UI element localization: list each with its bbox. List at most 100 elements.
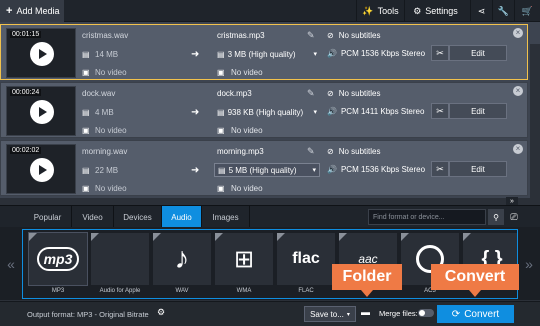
plus-icon: + [6, 5, 13, 17]
source-file-size: 4 MB [95, 108, 114, 117]
quality-dropdown[interactable]: ▤ 938 KB (High quality) ▾ [214, 105, 320, 119]
tools-wrench-button[interactable]: 🔧 [492, 0, 514, 22]
cut-button[interactable]: ✂ [431, 45, 449, 61]
audio-label: PCM 1411 Kbps Stereo [340, 107, 425, 116]
video-icon: ▣ [217, 184, 225, 193]
format-item[interactable]: flac FLAC [277, 233, 335, 297]
tab-devices[interactable]: Devices [114, 206, 162, 228]
audio-track-dropdown[interactable]: 🔊 PCM 1536 Kbps Stereo [327, 49, 425, 58]
settings-button[interactable]: ⚙ Settings [404, 0, 466, 22]
thumbnail[interactable]: 00:02:02 [6, 144, 76, 194]
edit-button[interactable]: Edit [449, 103, 507, 119]
subtitles-dropdown[interactable]: ⊘ No subtitles [327, 31, 381, 40]
cut-button[interactable]: ✂ [431, 103, 449, 119]
output-file-name[interactable]: dock.mp3 [217, 89, 252, 98]
subtitles-dropdown[interactable]: ⊘ No subtitles [327, 89, 381, 98]
edit-button[interactable]: Edit [449, 45, 507, 61]
convert-callout: Convert [431, 264, 519, 297]
audio-track-dropdown[interactable]: 🔊 PCM 1536 Kbps Stereo [327, 165, 425, 174]
double-chevron-right-icon: » [525, 255, 533, 272]
prev-formats-button[interactable]: « [0, 227, 22, 300]
source-file-name: cristmas.wav [82, 31, 129, 40]
remove-file-button[interactable]: × [513, 28, 523, 38]
cart-button[interactable]: 🛒 [514, 0, 540, 22]
format-label: FLAC [298, 288, 314, 294]
tab-images[interactable]: Images [202, 206, 250, 228]
subtitles-dropdown[interactable]: ⊘ No subtitles [327, 147, 381, 156]
thumbnail[interactable]: 00:01:15 [6, 28, 76, 78]
video-icon: ▣ [82, 68, 90, 77]
next-formats-button[interactable]: » [518, 227, 540, 300]
rename-pencil-icon[interactable]: ✎ [307, 88, 315, 99]
speaker-icon: 🔊 [327, 107, 337, 116]
double-chevron-left-icon: « [7, 255, 15, 272]
format-corner-marker [215, 233, 223, 241]
folder-icon: ▬ [361, 307, 370, 317]
no-subtitles-icon: ⊘ [327, 31, 334, 40]
output-settings-button[interactable]: ⚙ [157, 307, 169, 319]
file-icon: ▤ [82, 166, 90, 175]
output-file-name[interactable]: cristmas.mp3 [217, 31, 265, 40]
file-row[interactable]: 00:01:15 cristmas.wav ▤ 14 MB ▣ No video… [0, 24, 528, 80]
format-item[interactable]: mp3 MP3 [28, 232, 88, 297]
edit-button[interactable]: Edit [449, 161, 507, 177]
save-to-dropdown[interactable]: Save to... ▾ [304, 306, 356, 322]
duration-label: 00:02:02 [10, 147, 42, 154]
share-button[interactable]: ⋖ [470, 0, 492, 22]
file-row[interactable]: 00:02:02 morning.wav ▤ 22 MB ▣ No video … [0, 140, 528, 196]
tools-button[interactable]: ✨ Tools [356, 0, 404, 22]
convert-refresh-icon: ⟳ [451, 308, 461, 320]
tab-audio[interactable]: Audio [162, 206, 202, 228]
remove-file-button[interactable]: × [513, 144, 523, 154]
quality-dropdown[interactable]: ▤ 5 MB (High quality) ▾ [214, 163, 320, 177]
scissors-icon: ✂ [436, 163, 444, 174]
tab-video[interactable]: Video [72, 206, 114, 228]
source-file-name: dock.wav [82, 89, 116, 98]
output-video-info: No video [231, 126, 263, 135]
no-subtitles-icon: ⊘ [327, 89, 334, 98]
tab-popular[interactable]: Popular [24, 206, 72, 228]
file-row[interactable]: 00:00:24 dock.wav ▤ 4 MB ▣ No video ➜ do… [0, 82, 528, 138]
audio-label: PCM 1536 Kbps Stereo [340, 49, 426, 58]
output-file-name[interactable]: morning.mp3 [217, 147, 264, 156]
source-video-info: No video [95, 184, 127, 193]
format-item[interactable]: ⊞ WMA [215, 233, 273, 297]
file-size-icon: ▤ [217, 107, 225, 117]
quality-dropdown[interactable]: ▤ 3 MB (High quality) ▾ [214, 47, 320, 61]
source-video-info: No video [95, 126, 127, 135]
mp3-logo-icon: mp3 [28, 232, 88, 286]
format-corner-marker [401, 233, 409, 241]
detect-device-button[interactable]: ⎚ [506, 209, 522, 225]
remove-file-button[interactable]: × [513, 86, 523, 96]
format-item[interactable]: ♪ WAV [153, 233, 211, 297]
play-icon[interactable] [30, 42, 54, 66]
play-icon[interactable] [30, 100, 54, 124]
duration-label: 00:00:24 [10, 89, 42, 96]
rename-pencil-icon[interactable]: ✎ [307, 30, 315, 41]
merge-files-toggle[interactable] [418, 309, 434, 317]
audio-track-dropdown[interactable]: 🔊 PCM 1411 Kbps Stereo [327, 107, 424, 116]
gear-icon: ⚙ [157, 307, 166, 317]
output-video-info: No video [231, 68, 263, 77]
search-button[interactable]: ⚲ [488, 209, 504, 225]
convert-button[interactable]: ⟳ Convert [437, 305, 514, 323]
rename-pencil-icon[interactable]: ✎ [307, 146, 315, 157]
format-tabs-bar: Popular Video Devices Audio Images Find … [0, 205, 540, 228]
device-search-icon: ⎚ [510, 211, 518, 222]
format-search-input[interactable]: Find format or device... [368, 209, 486, 225]
thumbnail[interactable]: 00:00:24 [6, 86, 76, 136]
arrow-right-icon: ➜ [191, 49, 200, 60]
open-folder-button[interactable]: ▬ [361, 307, 373, 319]
duration-label: 00:01:15 [10, 31, 42, 38]
file-icon: ▤ [82, 108, 90, 117]
subtitles-label: No subtitles [338, 147, 381, 156]
add-media-button[interactable]: + Add Media [0, 0, 64, 22]
format-item[interactable]: Audio for Apple [91, 233, 149, 297]
file-list-scrollbar[interactable] [530, 44, 540, 220]
source-file-size: 22 MB [95, 166, 119, 175]
format-label: MP3 [51, 288, 65, 294]
play-icon[interactable] [30, 158, 54, 182]
source-file-size: 14 MB [95, 50, 119, 59]
scissors-icon: ✂ [436, 105, 444, 116]
cut-button[interactable]: ✂ [431, 161, 449, 177]
